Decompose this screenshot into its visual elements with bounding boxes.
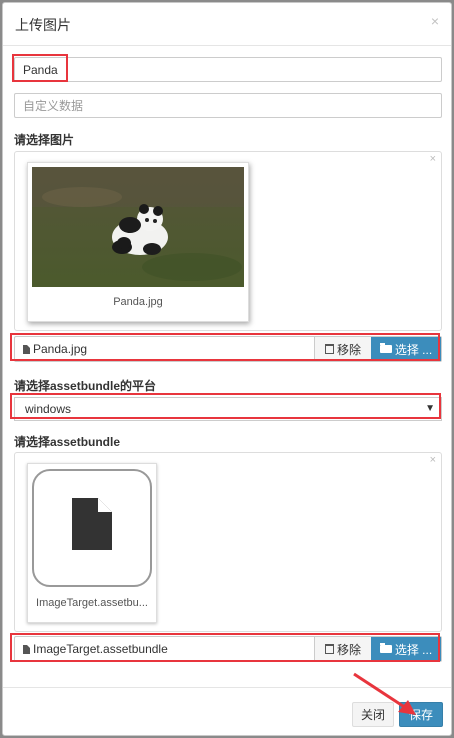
image-file-name: Panda.jpg <box>15 337 314 361</box>
image-file-row: Panda.jpg 移除 选择 ... <box>14 336 442 362</box>
select-bundle-label: 选择 ... <box>394 642 433 657</box>
trash-icon <box>324 644 334 654</box>
panda-image <box>32 167 244 287</box>
image-file-name-text: Panda.jpg <box>33 342 88 356</box>
image-preview-caption: Panda.jpg <box>113 296 163 308</box>
folder-open-icon <box>379 643 392 653</box>
platform-label: 请选择assetbundle的平台 <box>14 379 157 393</box>
remove-preview-icon[interactable]: × <box>430 153 436 165</box>
bundle-preview-card: ImageTarget.assetbu... <box>27 463 157 623</box>
select-image-button[interactable]: 选择 ... <box>371 337 441 361</box>
bundle-file-name-text: ImageTarget.assetbundle <box>33 642 168 656</box>
bundle-file-name: ImageTarget.assetbundle <box>15 637 314 661</box>
name-input[interactable] <box>14 57 442 82</box>
upload-dialog: 上传图片 × 请选择图片 × <box>2 2 452 736</box>
image-drop-zone[interactable]: × Panda.jpg <box>14 151 442 331</box>
platform-select[interactable]: windows ▼ <box>14 397 442 421</box>
arrow-annotation <box>353 672 416 715</box>
dialog-header: 上传图片 × <box>3 3 451 46</box>
bundle-preview-caption: ImageTarget.assetbu... <box>36 597 148 609</box>
image-preview-card: Panda.jpg <box>27 162 249 322</box>
bundle-drop-zone[interactable]: × ImageTarget.assetbu... <box>14 452 442 632</box>
trash-icon <box>324 344 334 354</box>
image-label: 请选择图片 <box>14 133 75 147</box>
document-icon <box>72 498 112 550</box>
remove-image-label: 移除 <box>336 342 361 357</box>
remove-bundle-preview-icon[interactable]: × <box>430 454 436 466</box>
remove-bundle-label: 移除 <box>336 642 361 657</box>
custom-data-input[interactable] <box>14 93 442 118</box>
folder-open-icon <box>379 343 392 353</box>
bundle-label: 请选择assetbundle <box>14 435 121 449</box>
close-icon[interactable]: × <box>431 13 439 29</box>
file-icon <box>23 644 30 654</box>
file-icon <box>23 344 30 354</box>
remove-image-button[interactable]: 移除 <box>314 337 371 361</box>
platform-selected-value: windows <box>25 402 72 416</box>
caret-down-icon: ▼ <box>425 403 435 414</box>
select-image-label: 选择 ... <box>394 342 433 357</box>
dialog-title: 上传图片 <box>15 17 71 33</box>
bundle-file-row: ImageTarget.assetbundle 移除 选择 ... <box>14 636 442 662</box>
remove-bundle-button[interactable]: 移除 <box>314 637 371 661</box>
select-bundle-button[interactable]: 选择 ... <box>371 637 441 661</box>
document-icon-frame <box>32 469 152 587</box>
